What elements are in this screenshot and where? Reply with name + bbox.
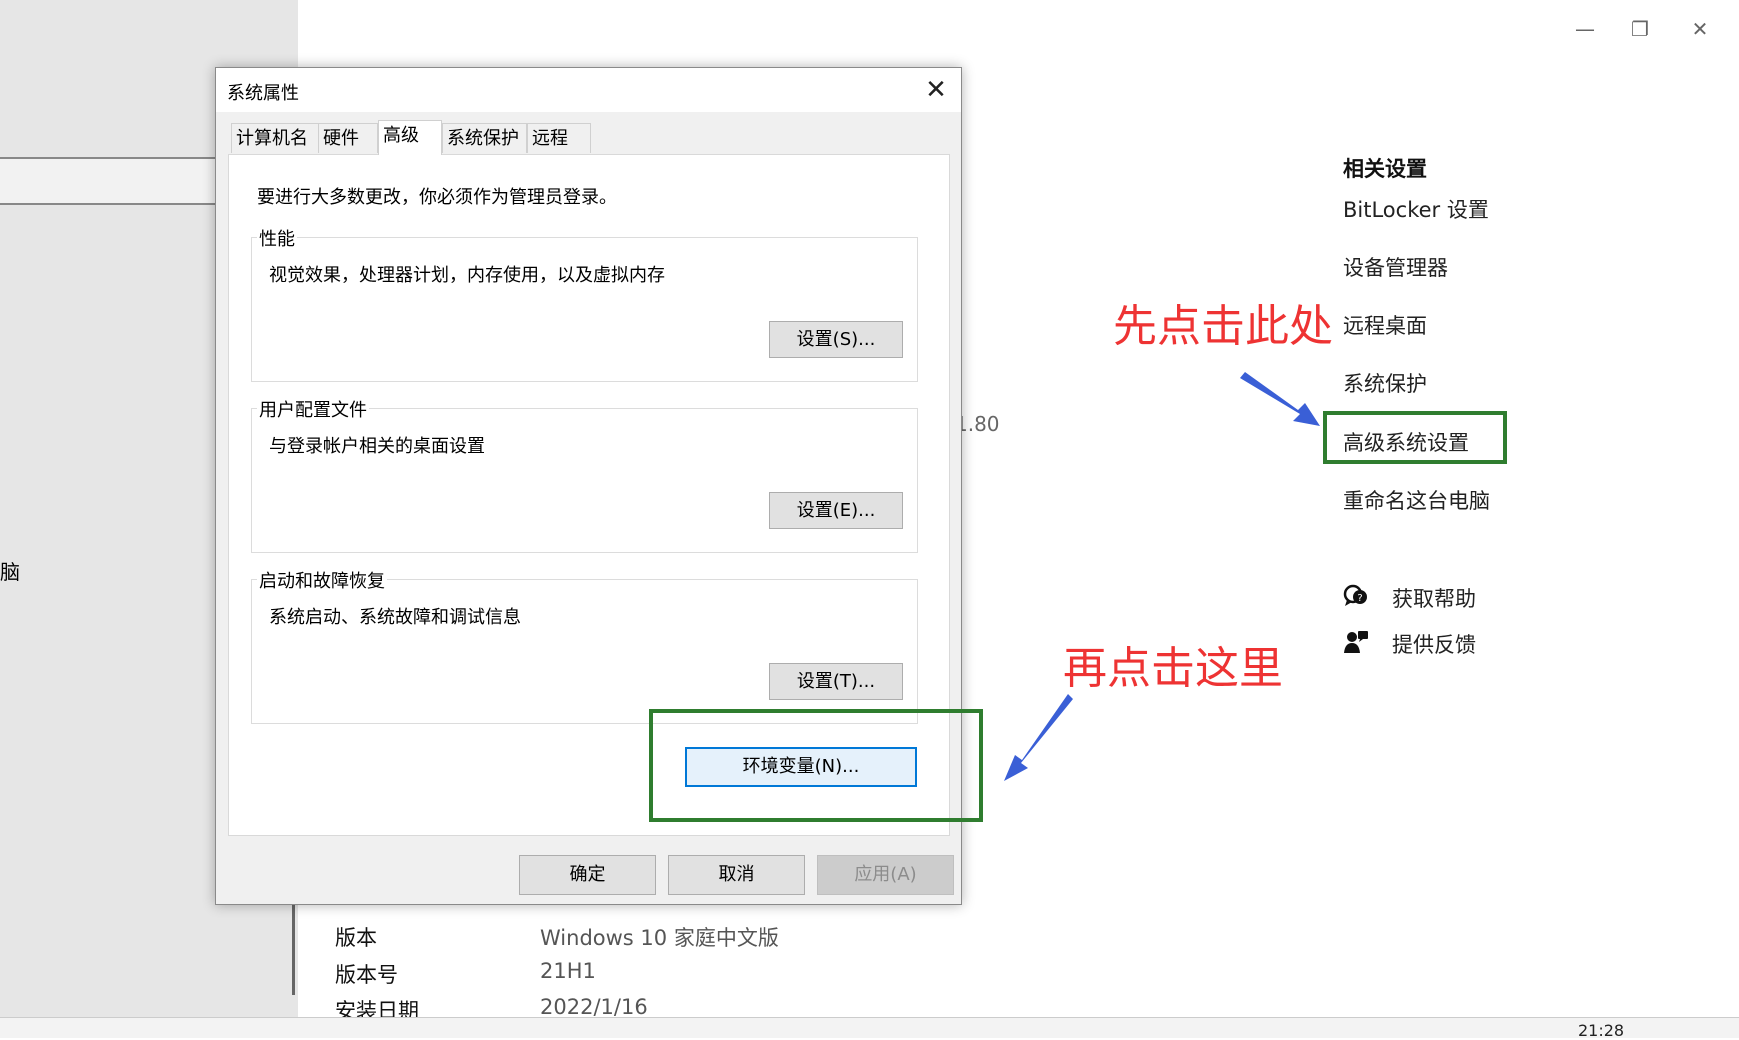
annotation-arrows bbox=[1004, 372, 1320, 781]
arrow-second bbox=[1004, 694, 1073, 781]
arrow-first bbox=[1240, 372, 1320, 426]
